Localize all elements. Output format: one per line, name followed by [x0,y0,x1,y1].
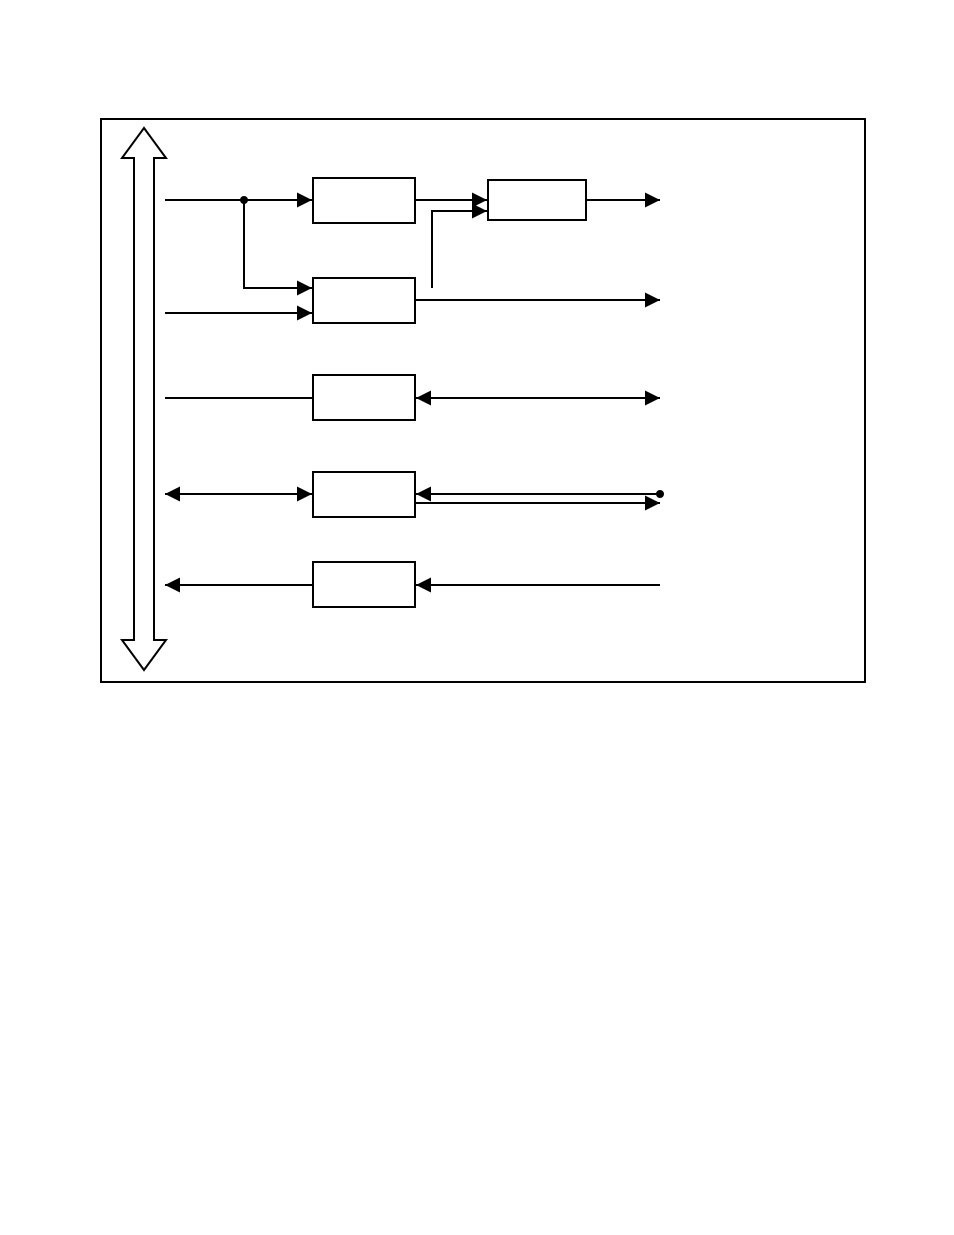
block-4 [312,374,416,421]
block-2 [487,179,587,221]
block-5 [312,471,416,518]
block-3 [312,277,416,324]
diagram-svg [0,0,954,1235]
block-6 [312,561,416,608]
block-1 [312,177,416,224]
double-outline-arrow [122,128,166,670]
page [0,0,954,1235]
